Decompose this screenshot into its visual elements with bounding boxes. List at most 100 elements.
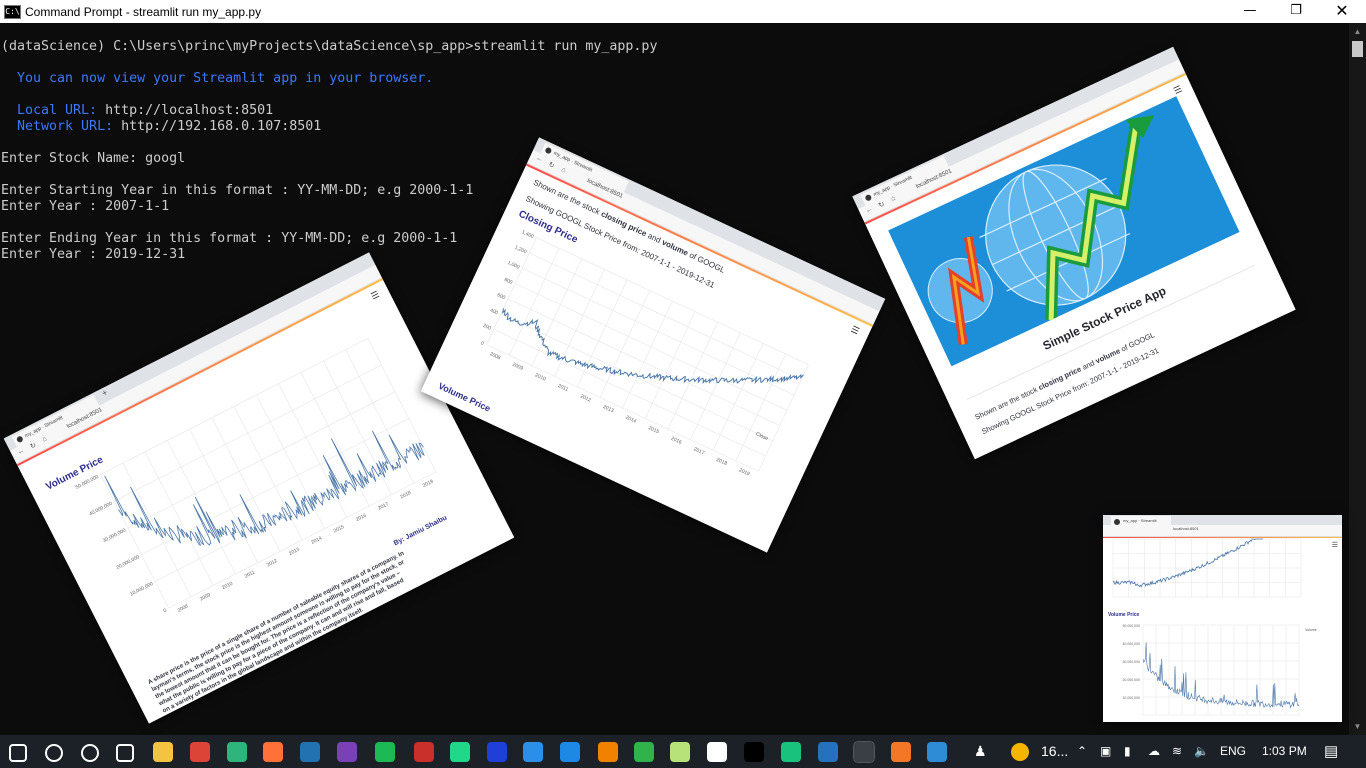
- thumbnail-closing-chart: [1112, 538, 1302, 598]
- minimize-button[interactable]: —: [1227, 0, 1273, 23]
- messenger-icon[interactable]: [560, 742, 580, 762]
- firefox-icon[interactable]: [263, 742, 283, 762]
- home-icon: ⌂: [889, 194, 897, 203]
- x-tick-label: 2016: [670, 436, 683, 446]
- y-tick-label: 20,000,000: [1122, 678, 1140, 682]
- x-tick-label: 2016: [355, 513, 368, 523]
- grid-line: [735, 353, 786, 461]
- steam-icon[interactable]: [707, 742, 727, 762]
- tray-chevron-up-icon[interactable]: ⌃: [1077, 735, 1087, 768]
- x-tick-label: 2018: [715, 457, 728, 467]
- intellij-icon[interactable]: [744, 742, 764, 762]
- x-tick-label: 2011: [244, 569, 256, 579]
- wordpress-icon[interactable]: [300, 742, 320, 762]
- x-tick-label: 2019: [738, 467, 751, 477]
- x-tick-label: 2009: [199, 592, 212, 602]
- x-tick-label: 2009: [511, 362, 524, 372]
- task-view-icon[interactable]: [116, 744, 134, 762]
- console-scrollbar[interactable]: ▲ ▼: [1349, 23, 1366, 735]
- x-tick-label: 2010: [221, 581, 234, 591]
- y-tick-label: 800: [503, 277, 513, 286]
- grid-line: [667, 322, 718, 430]
- browser-tabbar: my_app · Streamlit: [1103, 515, 1342, 525]
- weather-text[interactable]: 16...: [1041, 735, 1068, 768]
- cmd-icon: C:\: [4, 4, 21, 19]
- chrome-icon[interactable]: [190, 742, 210, 762]
- y-tick-label: 20,000,000: [116, 554, 141, 571]
- vscode-icon[interactable]: [523, 742, 543, 762]
- back-icon: ←: [534, 154, 545, 164]
- people-icon[interactable]: ♟: [974, 735, 987, 768]
- grid-line: [278, 383, 348, 518]
- vlc-icon[interactable]: [598, 742, 618, 762]
- file-explorer-icon[interactable]: [153, 742, 173, 762]
- edge-icon[interactable]: [227, 742, 247, 762]
- search-icon[interactable]: [45, 744, 63, 762]
- y-tick-label: 1,400: [521, 229, 535, 240]
- x-tick-label: 2011: [557, 383, 569, 393]
- scroll-thumb[interactable]: [1352, 41, 1363, 57]
- restore-button[interactable]: ❐: [1273, 0, 1319, 23]
- spotify-icon[interactable]: [375, 742, 395, 762]
- chatgpt-icon[interactable]: [781, 742, 801, 762]
- console-line: Local URL: http://localhost:8501: [1, 103, 273, 119]
- x-tick-label: 2013: [602, 404, 615, 414]
- grid-line: [211, 417, 281, 552]
- notifications-icon[interactable]: ▤: [1324, 735, 1338, 768]
- github-desktop-icon[interactable]: [337, 742, 357, 762]
- wifi-icon[interactable]: ≋: [1172, 735, 1182, 768]
- clock[interactable]: 1:03 PM: [1262, 735, 1307, 768]
- x-tick-label: 2017: [377, 501, 390, 511]
- grid-line: [233, 406, 303, 541]
- console-line: Enter Stock Name: googl: [1, 151, 186, 166]
- command-prompt-icon[interactable]: [853, 741, 875, 763]
- scroll-down-icon[interactable]: ▼: [1349, 718, 1366, 735]
- language-indicator[interactable]: ENG: [1220, 735, 1246, 768]
- y-tick-label: 600: [496, 292, 506, 301]
- close-button[interactable]: ✕: [1319, 0, 1365, 23]
- grid-line: [141, 418, 409, 555]
- y-tick-label: 200: [482, 323, 492, 332]
- malwarebytes-icon[interactable]: [487, 742, 507, 762]
- x-tick-label: 2013: [288, 547, 301, 557]
- grid-line: [144, 451, 214, 586]
- cortana-icon[interactable]: [81, 744, 99, 762]
- grid-line: [690, 332, 741, 440]
- console-line: Enter Year : 2019-12-31: [1, 247, 186, 262]
- scroll-up-icon[interactable]: ▲: [1349, 23, 1366, 40]
- weather-icon[interactable]: [1011, 735, 1029, 768]
- grid-line: [758, 364, 809, 472]
- back-icon: ←: [864, 205, 874, 215]
- pycharm-icon[interactable]: [450, 742, 470, 762]
- console-line: Network URL: http://192.168.0.107:8501: [1, 119, 321, 135]
- browser-toolbar: localhost:8501: [1103, 525, 1342, 537]
- grid-line: [507, 298, 780, 426]
- settings-icon[interactable]: [414, 742, 434, 762]
- battery-icon[interactable]: ▮: [1124, 735, 1131, 768]
- refresh-app-icon[interactable]: [634, 742, 654, 762]
- new-tab-icon: +: [99, 387, 110, 399]
- chart-legend: Volume: [362, 318, 380, 331]
- window-titlebar: C:\ Command Prompt - streamlit run my_ap…: [0, 0, 1366, 23]
- x-tick-label: 2008: [489, 351, 502, 361]
- notepad-icon[interactable]: [670, 742, 690, 762]
- start-icon[interactable]: [9, 744, 27, 762]
- jupyter-icon[interactable]: [891, 742, 911, 762]
- grid-line: [486, 237, 537, 345]
- window-title: Command Prompt - streamlit run my_app.py: [25, 4, 262, 19]
- meet-now-icon[interactable]: ▣: [1100, 735, 1111, 768]
- thumb-volume-heading: Volume Price: [1108, 612, 1140, 618]
- x-tick-label: 2015: [647, 425, 660, 435]
- photos-icon[interactable]: [927, 742, 947, 762]
- y-tick-label: 1,200: [514, 245, 528, 256]
- x-tick-label: 2010: [534, 372, 547, 382]
- console-line: Enter Starting Year in this format : YY-…: [1, 183, 474, 198]
- y-tick-label: 1,000: [506, 260, 520, 271]
- powershell-icon[interactable]: [818, 742, 838, 762]
- grid-line: [599, 290, 650, 398]
- volume-icon[interactable]: 🔈: [1194, 735, 1209, 768]
- console-line: (dataScience) C:\Users\princ\myProjects\…: [1, 39, 658, 54]
- onedrive-icon[interactable]: ☁: [1148, 735, 1160, 768]
- home-icon: ⌂: [41, 435, 49, 444]
- network-url-label: Network URL:: [1, 119, 122, 134]
